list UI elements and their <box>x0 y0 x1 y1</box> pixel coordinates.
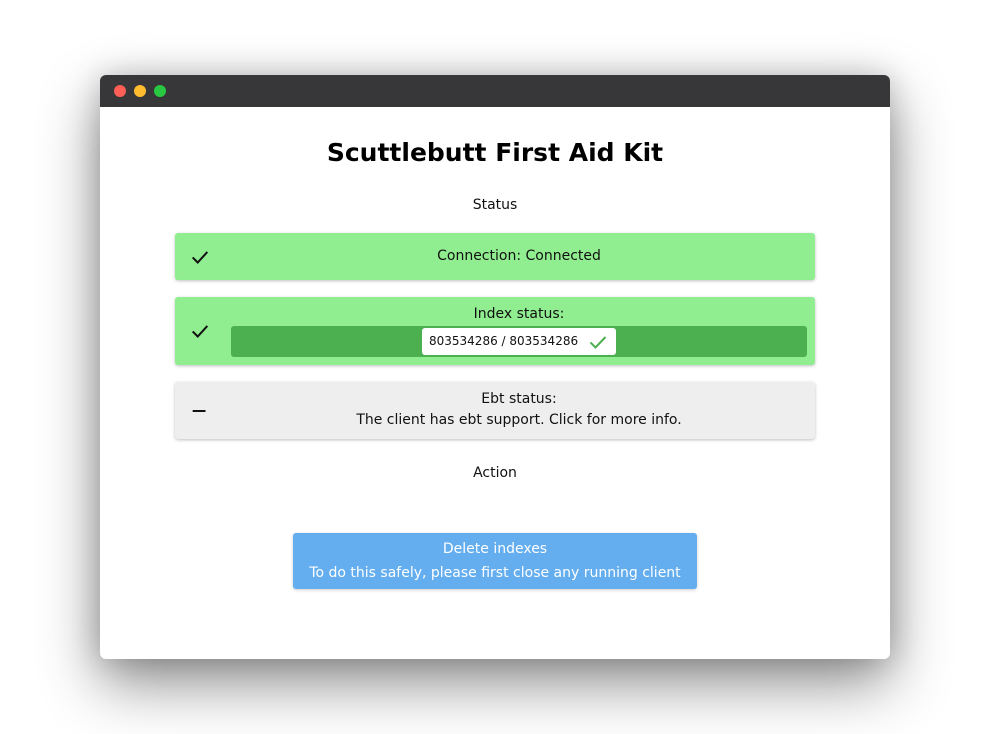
app-window: Scuttlebutt First Aid Kit Status Connect… <box>100 75 890 659</box>
index-progress-counter: 803534286 / 803534286 <box>422 328 616 355</box>
check-icon <box>191 325 209 338</box>
delete-indexes-button[interactable]: Delete indexes To do this safely, please… <box>293 533 697 589</box>
close-window-button[interactable] <box>114 85 126 97</box>
index-status-label: Index status: <box>473 306 565 322</box>
window-titlebar[interactable] <box>100 75 890 107</box>
delete-indexes-title: Delete indexes <box>442 541 548 557</box>
minus-icon <box>192 409 206 413</box>
ebt-status-message: The client has ebt support. Click for mo… <box>356 412 682 428</box>
maximize-window-button[interactable] <box>154 85 166 97</box>
index-progress-text: 803534286 / 803534286 <box>429 334 579 348</box>
check-icon <box>589 336 607 349</box>
page-title: Scuttlebutt First Aid Kit <box>326 138 664 167</box>
connection-status-card: Connection: Connected <box>175 233 815 280</box>
connection-status-text: Connection: Connected <box>437 248 601 264</box>
minimize-window-button[interactable] <box>134 85 146 97</box>
ebt-status-label: Ebt status: <box>481 391 557 407</box>
index-progress-bar: 803534286 / 803534286 <box>231 326 807 357</box>
check-icon <box>191 251 209 264</box>
action-section-label: Action <box>473 465 517 481</box>
ebt-status-card[interactable]: Ebt status: The client has ebt support. … <box>175 382 815 439</box>
delete-indexes-subtitle: To do this safely, please first close an… <box>309 565 681 581</box>
index-status-card: Index status: 803534286 / 803534286 <box>175 297 815 365</box>
main-content: Scuttlebutt First Aid Kit Status Connect… <box>100 107 890 659</box>
status-section-label: Status <box>472 197 518 213</box>
